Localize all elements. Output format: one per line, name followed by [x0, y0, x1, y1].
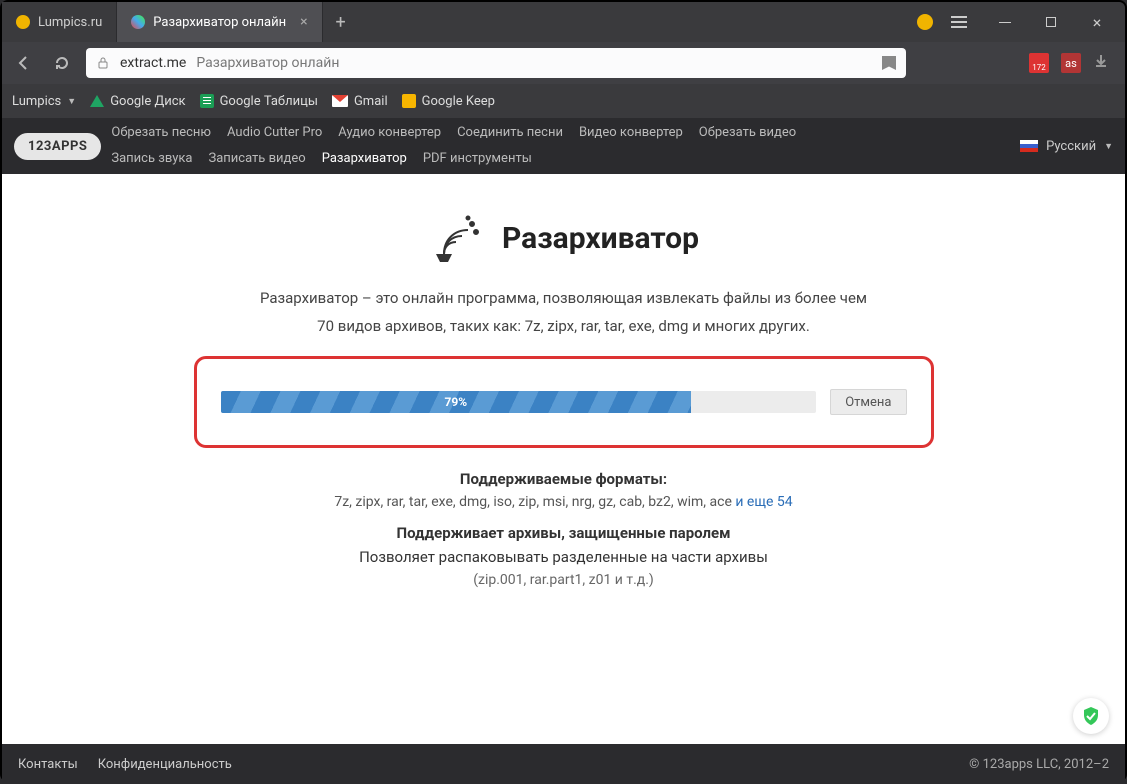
footer-copyright: © 123apps LLC, 2012–2: [969, 757, 1109, 772]
footer-link-contacts[interactable]: Контакты: [18, 757, 78, 772]
security-shield-icon[interactable]: [1073, 698, 1109, 734]
more-formats-link[interactable]: и еще 54: [735, 494, 792, 510]
cancel-button[interactable]: Отмена: [830, 389, 906, 415]
site-navigation: 123APPS Обрезать песню Audio Cutter Pro Ау…: [2, 118, 1125, 174]
url-field[interactable]: extract.me Разархиватор онлайн: [86, 48, 906, 78]
lead-line-1: Разархиватор – это онлайн программа, поз…: [194, 286, 934, 310]
page-content: Разархиватор Разархиватор – это онлайн п…: [2, 174, 1125, 744]
bookmark-google-sheets[interactable]: Google Таблицы: [200, 94, 318, 109]
url-domain: extract.me: [120, 55, 186, 71]
bookmark-label: Google Keep: [422, 94, 495, 109]
bookmark-label: Gmail: [354, 94, 388, 109]
chevron-down-icon: ▼: [67, 96, 76, 107]
lock-icon: [96, 56, 110, 70]
language-label: Русский: [1046, 139, 1096, 154]
new-tab-button[interactable]: +: [323, 2, 359, 42]
calendar-badge-icon[interactable]: 172: [1029, 53, 1049, 73]
google-drive-icon: [90, 95, 104, 107]
chevron-down-icon: ▼: [1104, 141, 1113, 152]
bookmarks-bar: Lumpics ▼ Google Диск Google Таблицы Gma…: [2, 84, 1125, 118]
bookmark-gmail[interactable]: Gmail: [332, 94, 388, 109]
bookmark-lumpics[interactable]: Lumpics ▼: [12, 94, 76, 109]
nav-link[interactable]: PDF инструменты: [423, 148, 532, 170]
bookmark-label: Google Таблицы: [220, 94, 318, 109]
maximize-button[interactable]: [1031, 2, 1071, 42]
site-links: Обрезать песню Audio Cutter Pro Аудио конв…: [111, 122, 891, 170]
lead-line-2: 70 видов архивов, таких как: 7z, zipx, r…: [194, 314, 934, 338]
split-archive-text-2: (zip.001, rar.part1, z01 и т.д.): [194, 572, 934, 588]
nav-link[interactable]: Записать видео: [208, 148, 305, 170]
lastfm-icon[interactable]: as: [1061, 53, 1081, 73]
menu-icon[interactable]: [939, 16, 979, 28]
supported-formats-heading: Поддерживаемые форматы:: [194, 470, 934, 488]
bookmark-icon[interactable]: [882, 56, 896, 70]
tab-title: Lumpics.ru: [38, 15, 102, 30]
tab-lumpics[interactable]: Lumpics.ru: [2, 2, 117, 42]
nav-link[interactable]: Обрезать песню: [111, 122, 211, 144]
nav-link[interactable]: Audio Cutter Pro: [227, 122, 322, 144]
footer-link-privacy[interactable]: Конфиденциальность: [98, 757, 232, 772]
favicon-extract-me: [131, 15, 145, 29]
minimize-button[interactable]: [985, 2, 1025, 42]
coin-icon[interactable]: [917, 14, 933, 30]
nav-link[interactable]: Обрезать видео: [699, 122, 796, 144]
flag-ru-icon: [1020, 140, 1038, 152]
hero: Разархиватор: [194, 210, 934, 266]
split-archive-text-1: Позволяет распаковывать разделенные на ч…: [194, 548, 934, 566]
address-bar: extract.me Разархиватор онлайн 172 as: [2, 42, 1125, 84]
close-tab-icon[interactable]: ×: [300, 14, 307, 30]
google-keep-icon: [402, 94, 416, 108]
tab-title: Разархиватор онлайн: [153, 15, 286, 30]
nav-link[interactable]: Разархиватор: [322, 148, 407, 170]
browser-tab-bar: Lumpics.ru Разархиватор онлайн × + ×: [2, 2, 1125, 42]
reload-button[interactable]: [48, 49, 76, 77]
google-sheets-icon: [200, 94, 214, 108]
bookmark-google-keep[interactable]: Google Keep: [402, 94, 495, 109]
upload-panel: 79% Отмена: [194, 356, 934, 448]
tab-extract-me[interactable]: Разархиватор онлайн ×: [117, 2, 322, 42]
supported-formats-list: 7z, zipx, rar, tar, exe, dmg, iso, zip, …: [194, 494, 934, 510]
gmail-icon: [332, 95, 348, 107]
bookmark-label: Google Диск: [110, 94, 185, 109]
site-footer: Контакты Конфиденциальность © 123apps LL…: [2, 744, 1125, 784]
password-support-text: Поддерживает архивы, защищенные паролем: [194, 524, 934, 542]
page-title: Разархиватор: [502, 221, 699, 256]
bookmark-google-drive[interactable]: Google Диск: [90, 94, 185, 109]
nav-link[interactable]: Запись звука: [111, 148, 192, 170]
close-window-button[interactable]: ×: [1077, 2, 1117, 42]
url-page-title: Разархиватор онлайн: [196, 55, 339, 71]
progress-percent-label: 79%: [444, 395, 467, 409]
upload-progress-bar: 79%: [221, 391, 817, 413]
language-selector[interactable]: Русский ▼: [1020, 139, 1113, 154]
back-button[interactable]: [10, 49, 38, 77]
nav-link[interactable]: Видео конвертер: [579, 122, 683, 144]
site-logo[interactable]: 123APPS: [14, 133, 101, 160]
nav-link[interactable]: Аудио конвертер: [338, 122, 441, 144]
unarchiver-icon: [428, 210, 484, 266]
bookmark-label: Lumpics: [12, 94, 61, 109]
downloads-icon[interactable]: [1093, 53, 1109, 73]
favicon-lumpics: [16, 15, 30, 29]
nav-link[interactable]: Соединить песни: [457, 122, 563, 144]
